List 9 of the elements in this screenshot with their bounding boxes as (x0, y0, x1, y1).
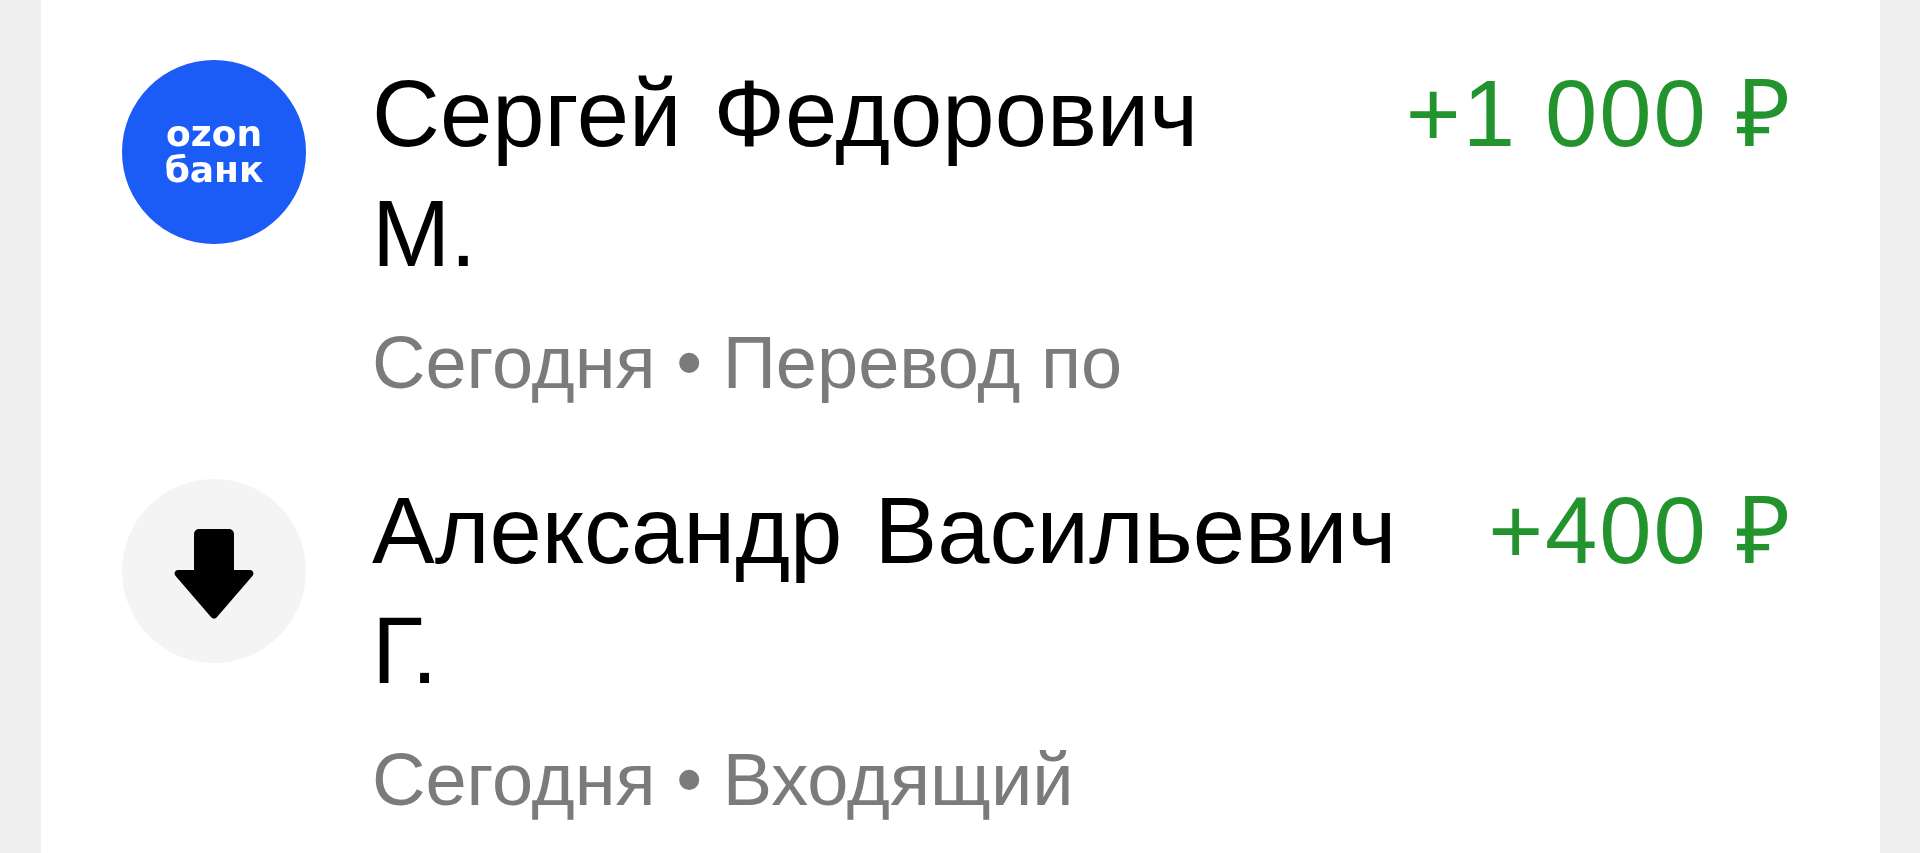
arrow-down-icon (122, 479, 306, 663)
logo-text: ozon (165, 116, 262, 152)
logo-text: банк (164, 152, 264, 188)
amount: +1 000 ₽ (1405, 60, 1793, 168)
sender-name: Александр Васильевич Г. (372, 477, 1398, 705)
sender-name: Сергей Федорович М. (372, 60, 1200, 288)
transaction-details: Сегодня • Перевод по (372, 320, 1124, 406)
amount: +400 ₽ (1488, 477, 1793, 585)
transaction-details: Сегодня • Входящий (372, 737, 1075, 823)
